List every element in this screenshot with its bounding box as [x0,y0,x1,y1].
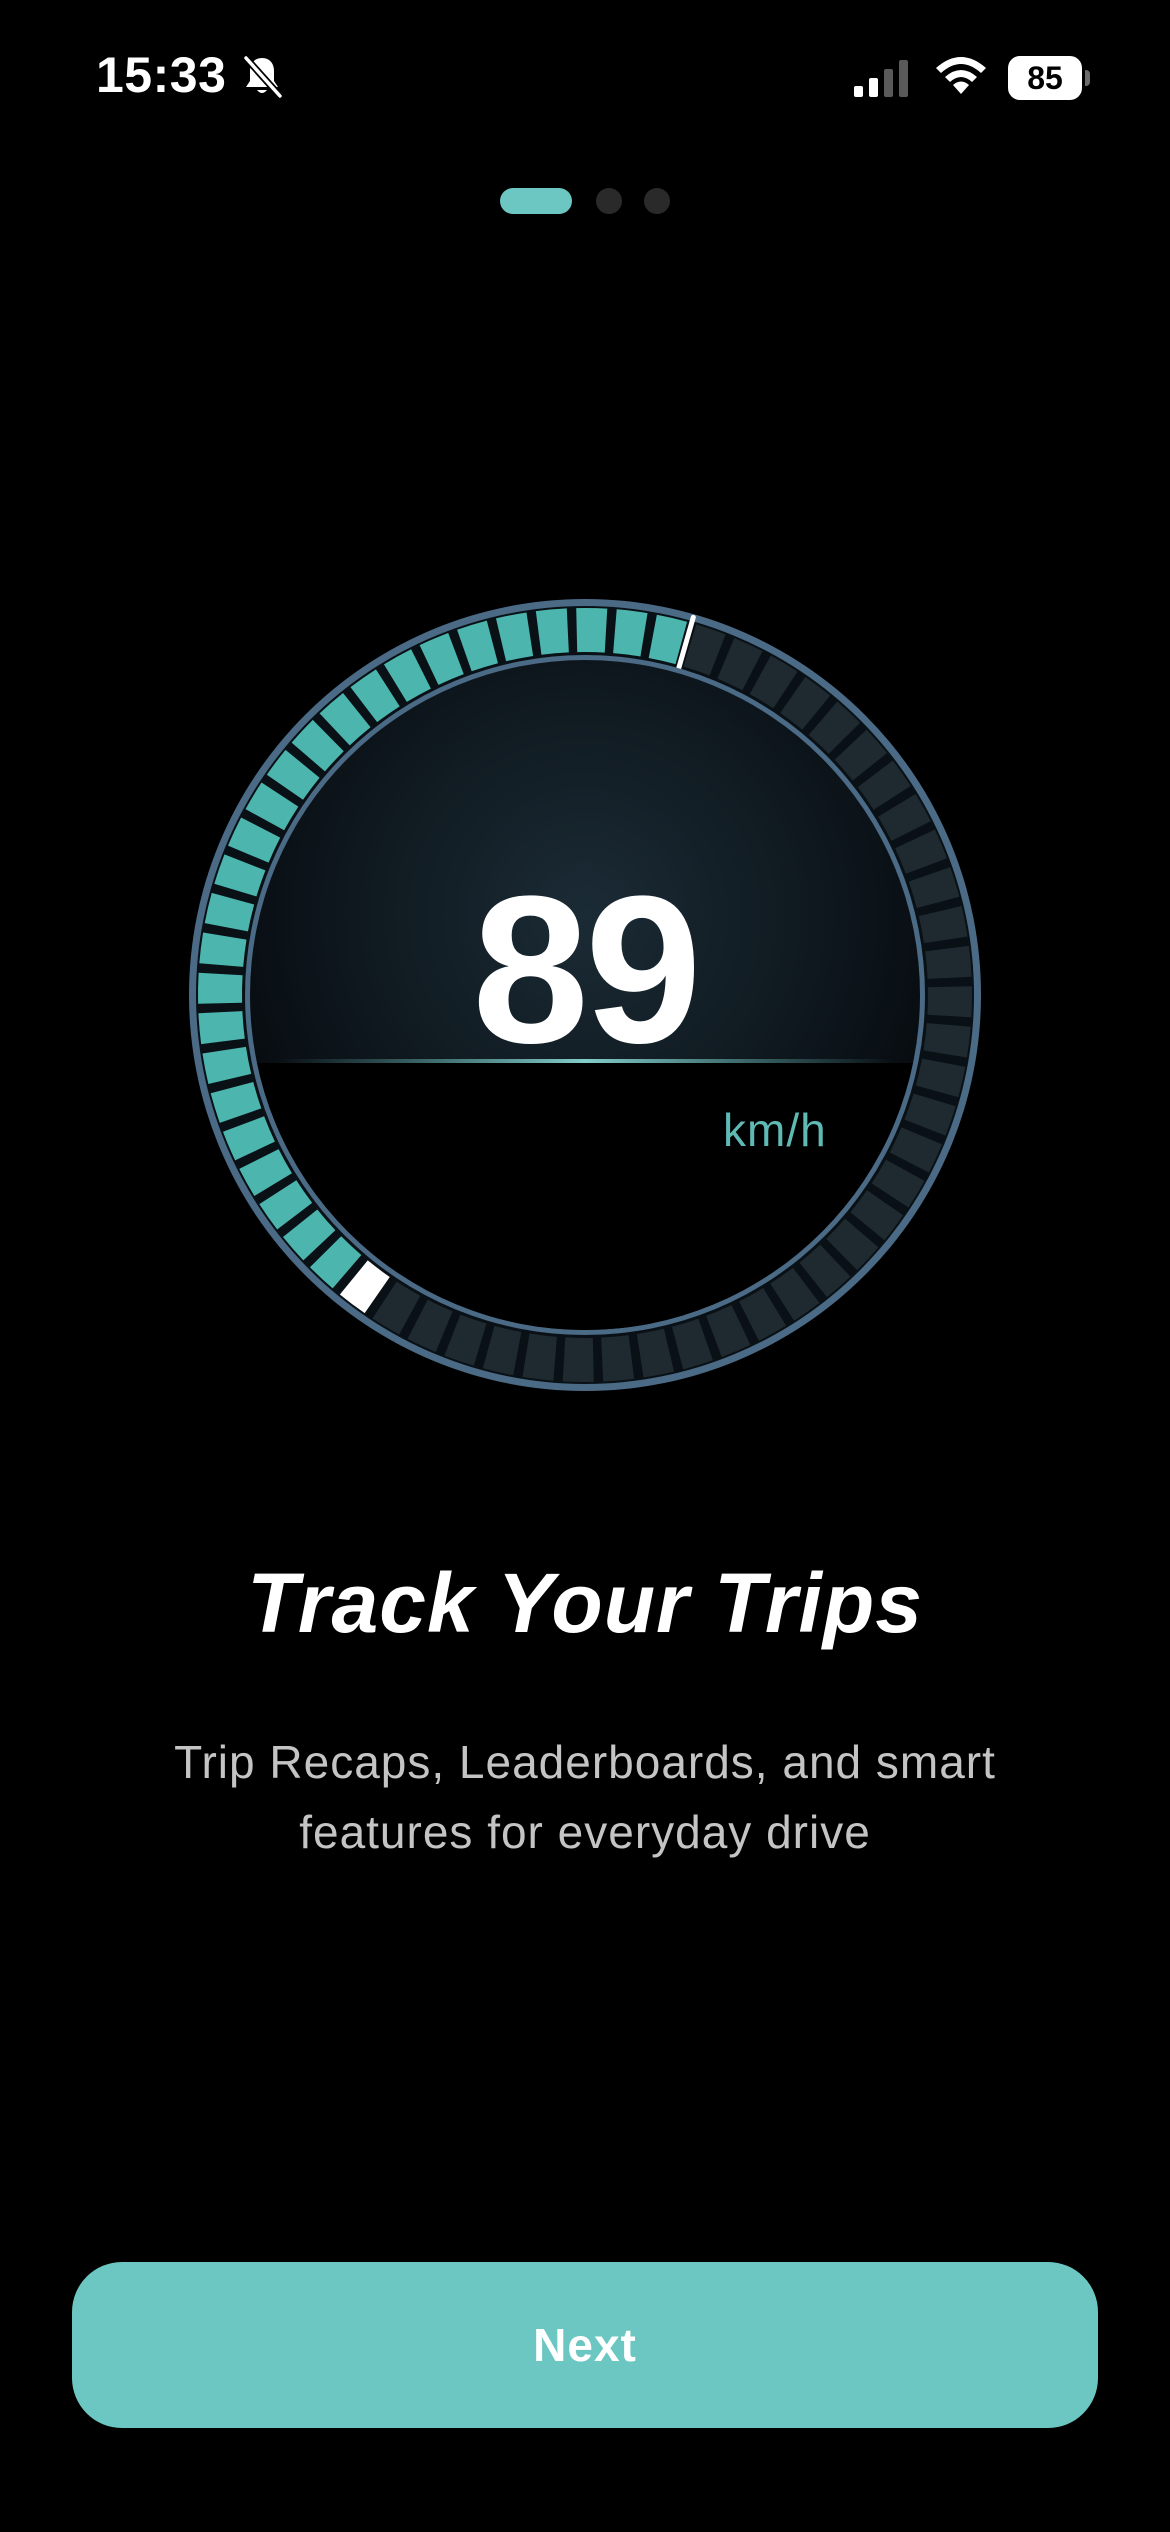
page-indicator [0,188,1170,214]
gauge-face-lower [250,1063,920,1330]
gauge-segment-inactive [562,1337,594,1382]
gauge-segment-active [535,608,569,655]
status-time: 15:33 [96,47,227,103]
speed-value: 89 [472,852,702,1087]
page-dot-3 [644,188,670,214]
battery-icon: 85 [1008,56,1090,100]
page-dot-2 [596,188,622,214]
status-bar: 15:33 85 [0,0,1170,150]
page-dot-1 [500,188,572,214]
bell-slash-icon [243,55,283,99]
next-button[interactable]: Next [72,2262,1098,2428]
signal-icon [854,60,908,97]
onboarding-title: Track Your Trips [247,1556,923,1650]
gauge-segment-active [576,608,608,653]
battery-cap [1085,70,1090,86]
wifi-icon [936,57,986,94]
next-button-label: Next [533,2319,637,2371]
speed-unit: km/h [723,1104,827,1156]
speed-gauge: 89 km/h [185,595,985,1395]
onboarding-subtitle: Trip Recaps, Leaderboards, and smart fea… [174,1736,996,1858]
gauge-segment-inactive [601,1335,635,1382]
battery-level: 85 [1008,56,1082,100]
